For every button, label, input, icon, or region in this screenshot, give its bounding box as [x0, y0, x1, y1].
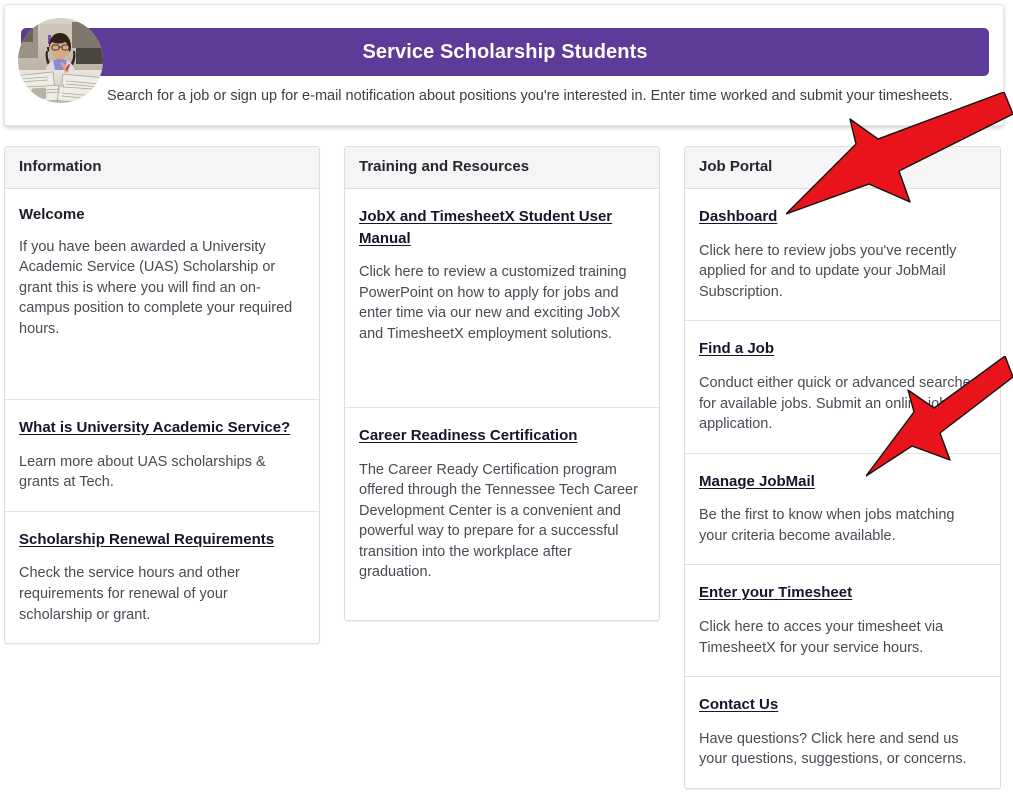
link-wrap-career-readiness: Career Readiness Certification: [359, 425, 645, 447]
section-heading-welcome: Welcome: [19, 206, 305, 225]
panel-header-job-portal: Job Portal: [685, 147, 1000, 189]
panel-header-information: Information: [5, 147, 319, 189]
link-scholarship-renewal-requirements[interactable]: Scholarship Renewal Requirements: [19, 531, 274, 548]
link-manage-jobmail[interactable]: Manage JobMail: [699, 473, 815, 490]
link-jobx-timesheetx-student-user-manual[interactable]: JobX and TimesheetX Student User Manual: [359, 208, 612, 247]
section-welcome: Welcome If you have been awarded a Unive…: [5, 189, 319, 400]
section-body-enter-your-timesheet: Click here to acces your timesheet via T…: [699, 617, 986, 658]
section-body-career-readiness: The Career Ready Certification program o…: [359, 460, 645, 583]
section-contact-us[interactable]: Contact Us Have questions? Click here an…: [685, 677, 1000, 788]
section-what-is-uas[interactable]: What is University Academic Service? Lea…: [5, 400, 319, 512]
link-contact-us[interactable]: Contact Us: [699, 696, 778, 713]
link-career-readiness-certification[interactable]: Career Readiness Certification: [359, 427, 577, 444]
section-student-user-manual[interactable]: JobX and TimesheetX Student User Manual …: [345, 189, 659, 408]
panel-training-and-resources: Training and Resources JobX and Timeshee…: [344, 146, 660, 621]
section-manage-jobmail[interactable]: Manage JobMail Be the first to know when…: [685, 454, 1000, 566]
link-wrap-dashboard: Dashboard: [699, 206, 986, 228]
section-body-contact-us: Have questions? Click here and send us y…: [699, 729, 986, 770]
section-body-what-is-uas: Learn more about UAS scholarships & gran…: [19, 452, 305, 493]
hero-banner: Service Scholarship Students: [21, 28, 989, 76]
link-what-is-university-academic-service[interactable]: What is University Academic Service?: [19, 419, 290, 436]
section-enter-your-timesheet[interactable]: Enter your Timesheet Click here to acces…: [685, 565, 1000, 677]
section-body-student-user-manual: Click here to review a customized traini…: [359, 262, 645, 344]
link-enter-your-timesheet[interactable]: Enter your Timesheet: [699, 584, 852, 601]
link-wrap-contact-us: Contact Us: [699, 694, 986, 716]
link-dashboard[interactable]: Dashboard: [699, 208, 777, 225]
link-wrap-manage-jobmail: Manage JobMail: [699, 471, 986, 493]
panel-information: Information Welcome If you have been awa…: [4, 146, 320, 644]
link-find-a-job[interactable]: Find a Job: [699, 340, 774, 357]
link-wrap-find-a-job: Find a Job: [699, 338, 986, 360]
panel-header-training-and-resources: Training and Resources: [345, 147, 659, 189]
page-title: Service Scholarship Students: [362, 42, 647, 62]
section-body-welcome: If you have been awarded a University Ac…: [19, 237, 305, 340]
hero-subtitle: Search for a job or sign up for e-mail n…: [107, 87, 967, 106]
panel-job-portal: Job Portal Dashboard Click here to revie…: [684, 146, 1001, 789]
section-body-dashboard: Click here to review jobs you've recentl…: [699, 241, 986, 303]
section-scholarship-renewal[interactable]: Scholarship Renewal Requirements Check t…: [5, 512, 319, 643]
section-body-find-a-job: Conduct either quick or advanced searche…: [699, 373, 986, 435]
section-dashboard[interactable]: Dashboard Click here to review jobs you'…: [685, 189, 1000, 321]
link-wrap-what-is-uas: What is University Academic Service?: [19, 417, 305, 439]
section-body-manage-jobmail: Be the first to know when jobs matching …: [699, 505, 986, 546]
student-photo-avatar: [18, 18, 103, 103]
section-find-a-job[interactable]: Find a Job Conduct either quick or advan…: [685, 321, 1000, 453]
link-wrap-enter-your-timesheet: Enter your Timesheet: [699, 582, 986, 604]
panel-columns: Information Welcome If you have been awa…: [4, 146, 1009, 789]
link-wrap-scholarship-renewal: Scholarship Renewal Requirements: [19, 529, 305, 551]
link-wrap-student-user-manual: JobX and TimesheetX Student User Manual: [359, 206, 645, 249]
section-body-scholarship-renewal: Check the service hours and other requir…: [19, 563, 305, 625]
section-career-readiness[interactable]: Career Readiness Certification The Caree…: [345, 408, 659, 620]
hero-card: Service Scholarship Students Search for …: [4, 4, 1004, 126]
